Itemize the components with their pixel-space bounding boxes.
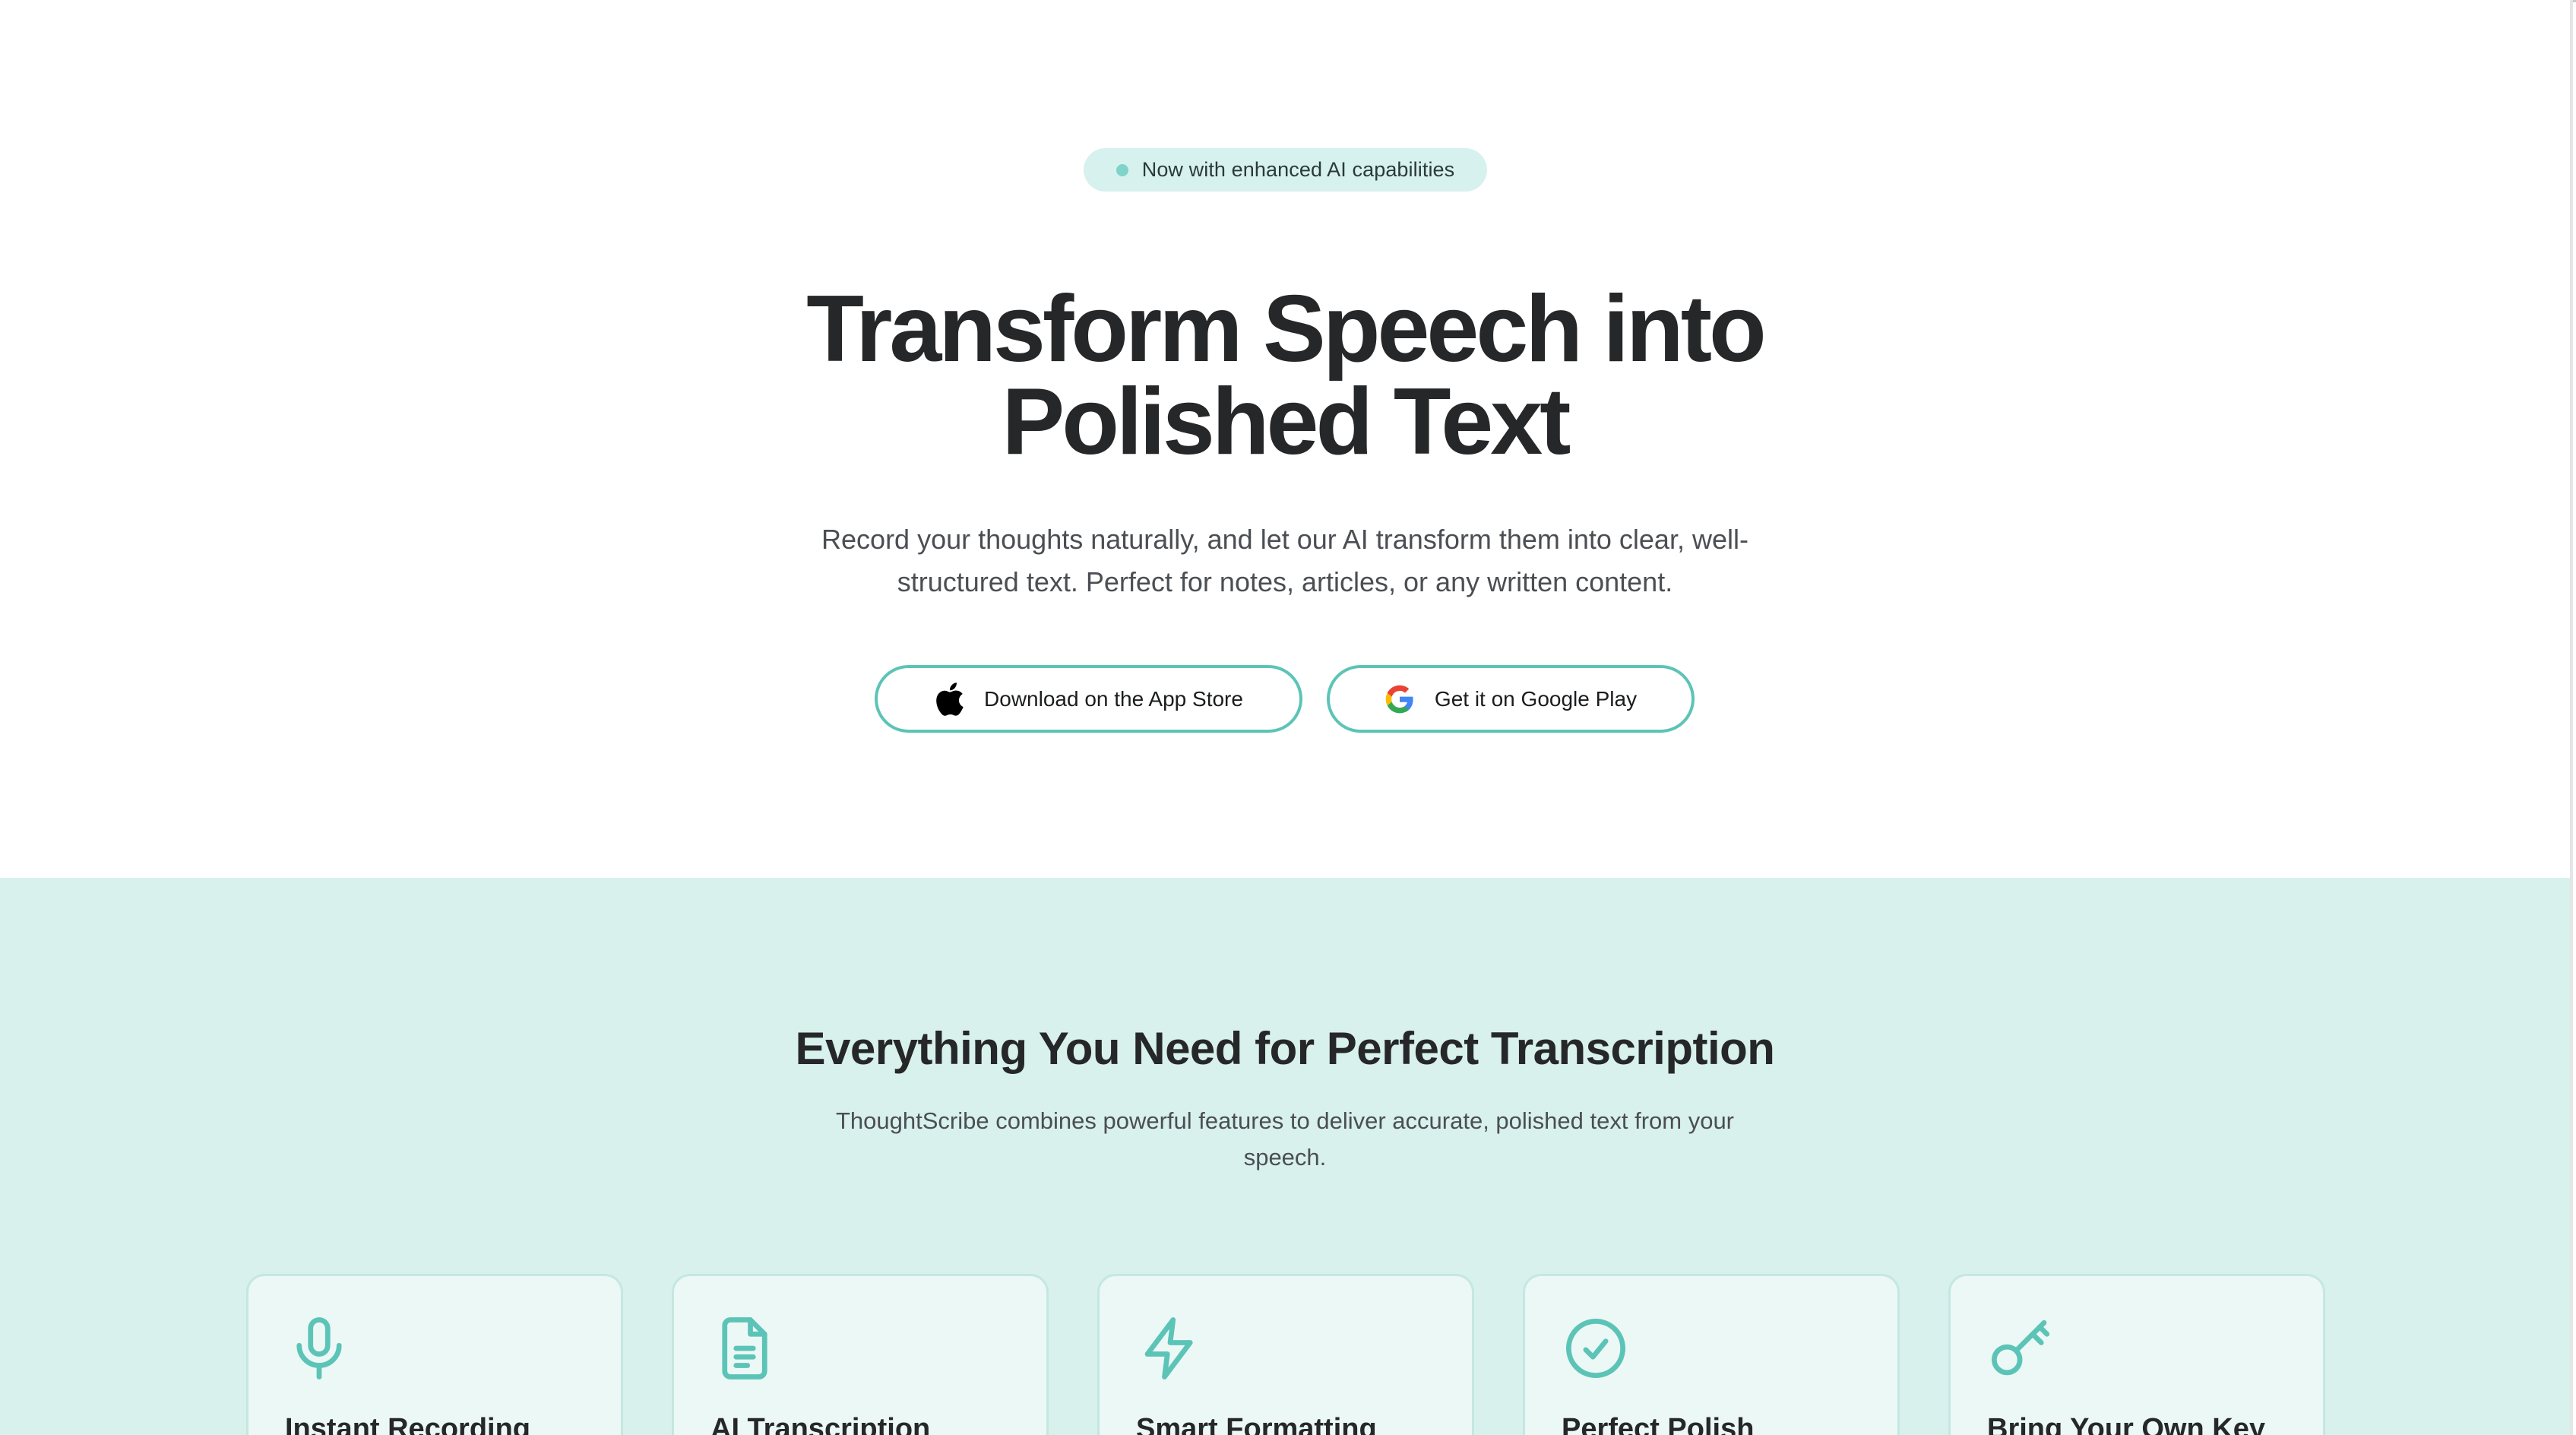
hero-title-line-1: Transform Speech into <box>806 277 1767 382</box>
app-store-button[interactable]: Download on the App Store <box>875 665 1302 733</box>
google-play-button[interactable]: Get it on Google Play <box>1327 665 1695 733</box>
feature-card-title: Perfect Polish <box>1562 1413 1755 1435</box>
features-title: Everything You Need for Perfect Transcri… <box>795 1023 1775 1074</box>
check-circle-icon <box>1566 1319 1625 1378</box>
microphone-icon <box>296 1317 342 1380</box>
feature-card-bring-your-own-key: Bring Your Own Key <box>1948 1274 2325 1435</box>
features-section: Everything You Need for Perfect Transcri… <box>0 878 2570 1435</box>
hero-subtitle-line-2: structured text. Perfect for notes, arti… <box>897 566 1673 597</box>
announcement-badge: Now with enhanced AI capabilities <box>1084 148 1487 192</box>
hero-title: Transform Speech into Polished Text <box>0 282 2570 469</box>
features-subtitle-line-2: speech. <box>1243 1144 1327 1170</box>
feature-card-ai-transcription: AI Transcription <box>672 1274 1049 1435</box>
features-subtitle-line-1: ThoughtScribe combines powerful features… <box>835 1107 1735 1134</box>
features-subtitle: ThoughtScribe combines powerful features… <box>790 1103 1780 1176</box>
window-right-border <box>2570 0 2573 1435</box>
lightning-icon <box>1144 1317 1193 1380</box>
key-icon <box>1992 1319 2050 1376</box>
google-play-label: Get it on Google Play <box>1434 686 1638 711</box>
status-dot-icon <box>1116 163 1128 176</box>
hero-section: Now with enhanced AI capabilities Transf… <box>0 0 2570 878</box>
apple-logo-icon <box>936 682 964 716</box>
hero-title-line-2: Polished Text <box>1002 369 1571 474</box>
feature-card-perfect-polish: Perfect Polish <box>1523 1274 1900 1435</box>
landing-page: Now with enhanced AI capabilities Transf… <box>0 0 2576 1435</box>
feature-card-smart-formatting: Smart Formatting <box>1097 1274 1474 1435</box>
feature-card-title: Instant Recording <box>285 1413 531 1435</box>
app-store-label: Download on the App Store <box>984 686 1243 711</box>
feature-card-title: Bring Your Own Key <box>1987 1413 2265 1435</box>
feature-card-instant-recording: Instant Recording <box>246 1274 623 1435</box>
hero-subtitle-line-1: Record your thoughts naturally, and let … <box>821 524 1748 555</box>
document-icon <box>722 1317 767 1380</box>
feature-card-title: AI Transcription <box>710 1413 931 1435</box>
hero-subtitle: Record your thoughts naturally, and let … <box>790 518 1780 603</box>
google-logo-icon <box>1385 685 1413 713</box>
badge-label: Now with enhanced AI capabilities <box>1141 158 1455 181</box>
feature-card-title: Smart Formatting <box>1136 1413 1377 1435</box>
